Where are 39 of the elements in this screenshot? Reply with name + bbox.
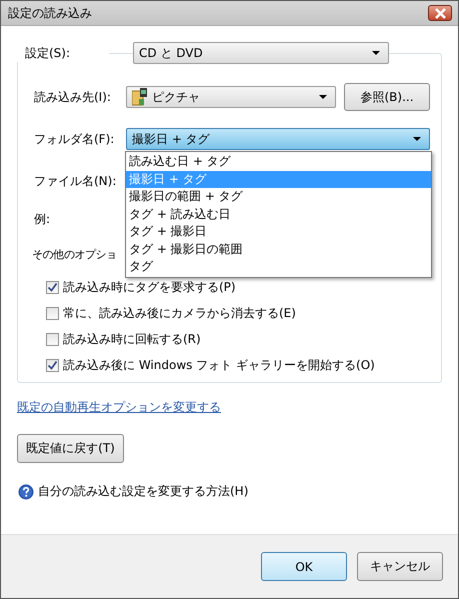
dropdown-arrow-icon (372, 51, 380, 55)
checkmark-icon (47, 360, 58, 370)
checkbox[interactable] (46, 332, 59, 346)
dropdown-option[interactable]: タグ + 読み込む日 (126, 206, 431, 223)
folder-name-label: フォルダ名(F): (34, 130, 116, 148)
checkbox[interactable] (46, 280, 59, 294)
folder-name-dropdown[interactable]: 撮影日 + タグ (126, 128, 430, 150)
browse-button[interactable]: 参照(B)... (344, 83, 430, 111)
checkbox-option[interactable]: 読み込み時に回転する(R) (46, 330, 441, 348)
dropdown-option[interactable]: タグ + 撮影日 (126, 223, 431, 240)
example-label: 例: (34, 211, 52, 228)
close-icon (434, 8, 446, 18)
autoplay-options-link[interactable]: 既定の自動再生オプションを変更する (17, 399, 221, 416)
checkbox-option[interactable]: 常に、読み込み後にカメラから消去する(E) (46, 304, 441, 322)
dropdown-arrow-icon (413, 137, 421, 141)
checkbox[interactable] (46, 306, 59, 320)
dialog-button[interactable]: OK (261, 552, 347, 581)
settings-label: 設定(S): (17, 44, 109, 62)
window-title: 設定の読み込み (8, 4, 92, 22)
file-name-label: ファイル名(N): (34, 172, 118, 190)
destination-dropdown[interactable]: ピクチャ (126, 86, 336, 108)
other-options-label: その他のオプショ (32, 247, 117, 262)
checkmark-icon (47, 282, 58, 292)
destination-label: 読み込み先(I): (34, 88, 112, 106)
dialog-button[interactable]: キャンセル (357, 552, 443, 581)
dropdown-option[interactable]: タグ (126, 258, 431, 276)
checkbox-option[interactable]: 読み込み後に Windows フォト ギャラリーを開始する(O) (46, 356, 441, 374)
pictures-folder-icon (132, 88, 148, 106)
dropdown-arrow-icon (319, 95, 327, 99)
help-link[interactable]: 自分の読み込む設定を変更する方法(H) (38, 483, 248, 500)
dropdown-option[interactable]: 読み込む日 + タグ (126, 153, 431, 170)
checkbox-option[interactable]: 読み込み時にタグを要求する(P) (46, 278, 441, 296)
checkbox[interactable] (46, 358, 59, 372)
dropdown-option[interactable]: 撮影日の範囲 + タグ (126, 188, 431, 206)
settings-dropdown[interactable]: CD と DVD (133, 42, 389, 64)
close-button[interactable] (428, 5, 452, 21)
dropdown-option[interactable]: タグ + 撮影日の範囲 (126, 240, 431, 258)
reset-defaults-button[interactable]: 既定値に戻す(T) (17, 434, 124, 463)
help-icon (18, 484, 34, 500)
